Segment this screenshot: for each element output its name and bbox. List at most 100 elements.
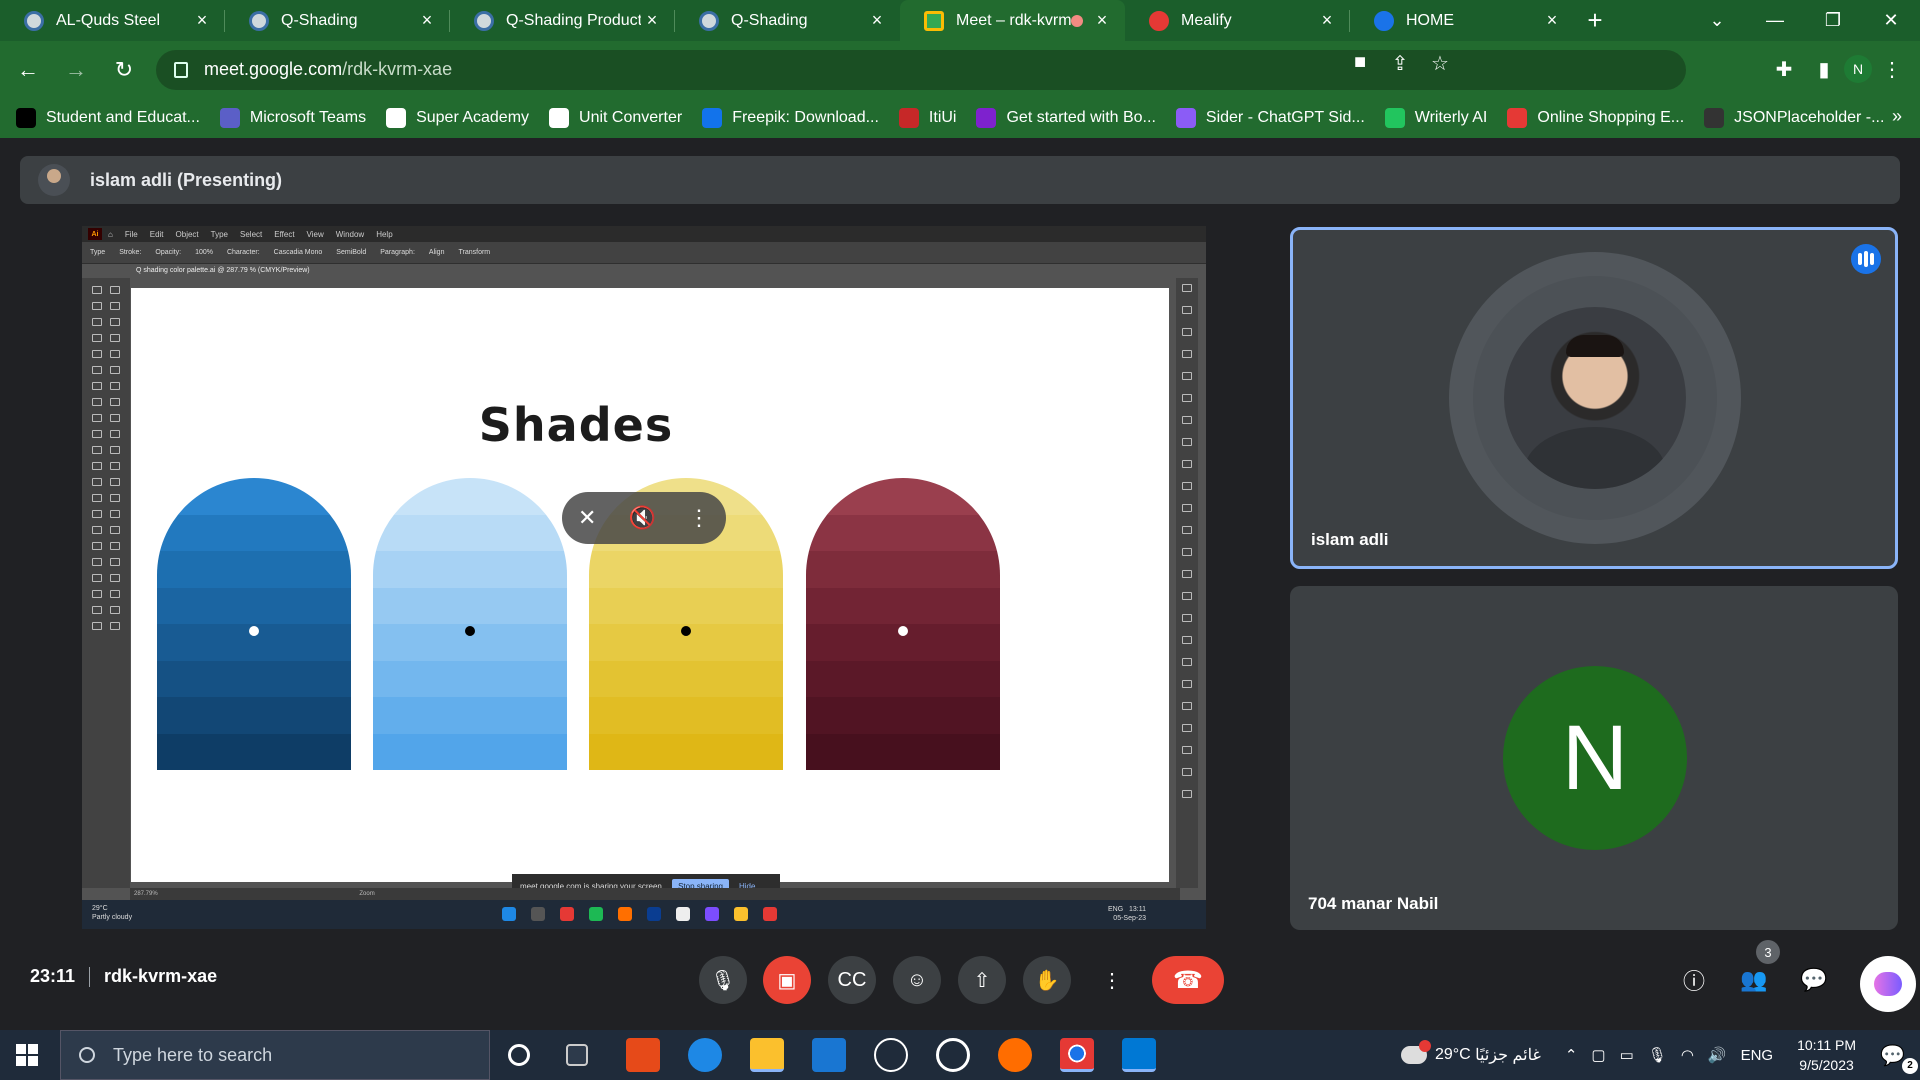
tab-search-icon[interactable]: ⌄ <box>1688 0 1746 41</box>
edge-icon[interactable] <box>688 1038 722 1072</box>
bookmark-item[interactable]: Get started with Bo... <box>976 108 1156 128</box>
bookmark-item[interactable]: Freepik: Download... <box>702 108 879 128</box>
tool-icon <box>92 526 102 534</box>
close-window-button[interactable]: ✕ <box>1862 0 1920 41</box>
vscode-icon[interactable] <box>1122 1038 1156 1072</box>
camera-off-button[interactable]: ▣ <box>763 956 811 1004</box>
tool-icon <box>110 398 120 406</box>
mute-icon[interactable]: 🔇 <box>629 505 656 531</box>
tool-icon <box>110 286 120 294</box>
chevron-up-icon[interactable]: ⌃ <box>1565 1046 1578 1064</box>
weather-widget[interactable]: 29°C غائم جزئيًا <box>1400 1040 1541 1065</box>
shade-band <box>589 660 783 697</box>
bookmark-item[interactable]: ItiUi <box>898 108 956 128</box>
office-icon[interactable] <box>626 1038 660 1072</box>
more-options-icon[interactable]: ⋮ <box>688 505 710 531</box>
swatch-dot <box>465 626 475 636</box>
bookmark-item[interactable]: Writerly AI <box>1384 108 1487 128</box>
bookmark-item[interactable]: Student and Educat... <box>16 108 200 128</box>
tab-q-shading-2[interactable]: Q-Shading × <box>675 0 900 41</box>
new-tab-button[interactable]: + <box>1575 0 1615 41</box>
bookmark-item[interactable]: JSONPlaceholder -... <box>1704 108 1884 128</box>
bookmark-item[interactable]: Super Academy <box>386 108 529 128</box>
close-icon[interactable]: × <box>866 10 888 31</box>
cortana-icon[interactable] <box>508 1044 530 1066</box>
close-icon[interactable]: × <box>191 10 213 31</box>
menu-item: View <box>306 229 324 239</box>
tab-home[interactable]: HOME × <box>1350 0 1575 41</box>
close-icon[interactable]: × <box>1091 10 1113 31</box>
tool-icon <box>110 558 120 566</box>
bookmark-label: Student and Educat... <box>46 109 200 126</box>
whatsapp-icon[interactable] <box>936 1038 970 1072</box>
chrome-icon[interactable] <box>1060 1038 1094 1072</box>
microphone-button[interactable]: 🎙 <box>699 956 747 1004</box>
raise-hand-button[interactable]: ✋ <box>1023 956 1071 1004</box>
leave-call-button[interactable]: ☎ <box>1152 956 1224 1004</box>
language-indicator[interactable]: ENG <box>1741 1047 1774 1064</box>
tab-mealify[interactable]: Mealify × <box>1125 0 1350 41</box>
panel-icon <box>1182 570 1192 578</box>
bookmark-item[interactable]: Online Shopping E... <box>1507 108 1684 128</box>
more-options-button[interactable]: ⋮ <box>1088 956 1136 1004</box>
restore-button[interactable]: ❐ <box>1804 0 1862 41</box>
bookmark-item[interactable]: Unit Converter <box>549 108 682 128</box>
taskbar-search[interactable]: Type here to search <box>60 1030 490 1080</box>
clock[interactable]: 10:11 PM 9/5/2023 <box>1797 1035 1856 1075</box>
panel-icon <box>1182 504 1192 512</box>
color-swatch-maroon <box>806 478 1000 770</box>
chat-button[interactable]: 💬 <box>1794 960 1834 1000</box>
meeting-details-button[interactable]: ⓘ <box>1674 960 1714 1000</box>
side-panel-icon[interactable]: ▮ <box>1804 49 1844 89</box>
tab-al-quds-steel[interactable]: AL-Quds Steel × <box>0 0 225 41</box>
close-icon[interactable]: × <box>1541 10 1563 31</box>
minimize-button[interactable]: — <box>1746 0 1804 41</box>
close-icon[interactable]: × <box>641 10 663 31</box>
back-button[interactable]: ← <box>8 50 48 90</box>
file-explorer-icon[interactable] <box>750 1038 784 1072</box>
mail-icon[interactable] <box>812 1038 846 1072</box>
present-button[interactable]: ⇧ <box>958 956 1006 1004</box>
close-icon[interactable]: × <box>416 10 438 31</box>
battery-icon[interactable]: ▭ <box>1620 1046 1634 1064</box>
tab-meet[interactable]: Meet – rdk-kvrm- × <box>900 0 1125 41</box>
start-button[interactable] <box>16 1044 38 1066</box>
tab-q-shading[interactable]: Q-Shading × <box>225 0 450 41</box>
menu-icon[interactable]: ⋮ <box>1872 49 1912 89</box>
taskview-icon[interactable] <box>566 1044 588 1066</box>
bookmarks-overflow-icon[interactable]: » <box>1892 106 1902 127</box>
participant-tile[interactable]: N 704 manar Nabil <box>1290 586 1898 930</box>
tab-q-shading-products[interactable]: Q-Shading Products × <box>450 0 675 41</box>
app-tray-icon[interactable]: ▢ <box>1591 1046 1605 1064</box>
shade-band <box>373 697 567 734</box>
profile-avatar[interactable]: N <box>1844 55 1872 83</box>
notifications-button[interactable]: 💬 2 <box>1880 1043 1920 1074</box>
captions-button[interactable]: CC <box>828 956 876 1004</box>
forward-button[interactable]: → <box>56 50 96 90</box>
lock-icon <box>174 61 188 78</box>
emoji-button[interactable]: ☺ <box>893 956 941 1004</box>
extensions-icon[interactable]: ✚ <box>1764 49 1804 89</box>
star-icon[interactable]: ☆ <box>1420 51 1460 76</box>
camera-icon[interactable]: ■ <box>1340 51 1380 76</box>
bookmark-item[interactable]: Sider - ChatGPT Sid... <box>1175 108 1365 128</box>
panel-icon <box>1182 790 1192 798</box>
close-icon[interactable]: × <box>1316 10 1338 31</box>
people-button[interactable]: 👥 <box>1734 960 1774 1000</box>
share-icon[interactable]: ⇪ <box>1380 51 1420 76</box>
bookmark-label: JSONPlaceholder -... <box>1734 109 1885 126</box>
windows-icon <box>502 907 516 921</box>
participant-tile[interactable]: islam adli <box>1290 227 1898 569</box>
tool-icon <box>92 574 102 582</box>
firefox-icon[interactable] <box>998 1038 1032 1072</box>
wifi-icon[interactable]: ◠ <box>1681 1046 1694 1064</box>
reload-button[interactable]: ↻ <box>104 50 144 90</box>
pin-off-icon[interactable]: ✕ <box>578 505 596 531</box>
microphone-icon[interactable]: 🎙 <box>1648 1046 1667 1064</box>
shade-band <box>806 514 1000 551</box>
ai-assistant-button[interactable] <box>1860 956 1916 1012</box>
bookmark-item[interactable]: Microsoft Teams <box>219 108 366 128</box>
dell-icon[interactable] <box>874 1038 908 1072</box>
shared-taskbar: 29°C Partly cloudy ENG 13:11 05-Sep-23 <box>82 900 1206 929</box>
volume-icon[interactable]: 🔊 <box>1708 1046 1727 1064</box>
